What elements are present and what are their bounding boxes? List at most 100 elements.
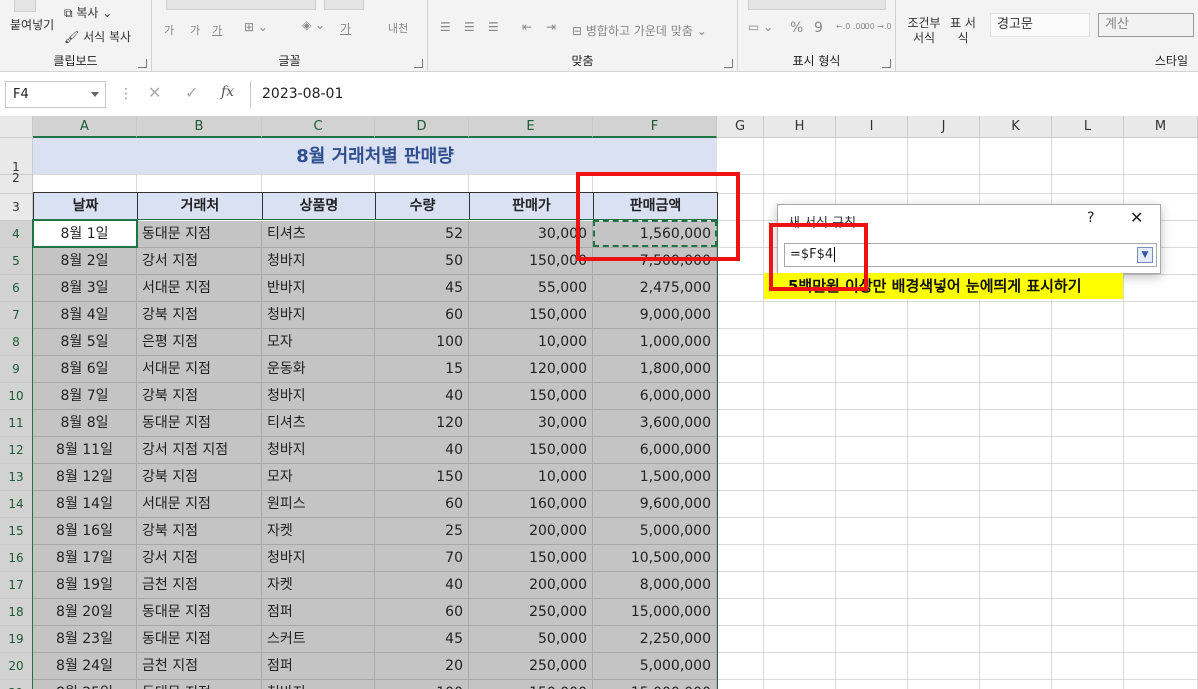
cell[interactable]	[980, 383, 1052, 410]
cell[interactable]	[717, 221, 764, 248]
data-cell-c9[interactable]: 운동화	[262, 356, 375, 383]
data-cell-f13[interactable]: 1,500,000	[593, 464, 717, 491]
cell[interactable]	[980, 437, 1052, 464]
style-calc[interactable]: 계산	[1098, 13, 1194, 37]
header-cell-a[interactable]: 날짜	[33, 192, 138, 220]
indent-increase-button[interactable]: ⇥	[546, 20, 556, 34]
data-cell-d12[interactable]: 40	[375, 437, 469, 464]
data-cell-b10[interactable]: 강북 지점	[137, 383, 262, 410]
data-cell-e17[interactable]: 200,000	[469, 572, 593, 599]
data-cell-d5[interactable]: 50	[375, 248, 469, 275]
cell[interactable]	[764, 175, 836, 194]
data-cell-a16[interactable]: 8월 17일	[33, 545, 137, 572]
cell[interactable]	[1052, 175, 1124, 194]
header-cell-c[interactable]: 상품명	[262, 192, 376, 220]
column-header-l[interactable]: L	[1052, 116, 1124, 138]
data-cell-b14[interactable]: 서대문 지점	[137, 491, 262, 518]
data-cell-b5[interactable]: 강서 지점	[137, 248, 262, 275]
merge-center-button[interactable]: ⊟ 병합하고 가운데 맞춤 ⌄	[572, 22, 707, 39]
data-cell-a11[interactable]: 8월 8일	[33, 410, 137, 437]
cell[interactable]	[717, 464, 764, 491]
data-cell-b11[interactable]: 동대문 지점	[137, 410, 262, 437]
row-header-6[interactable]: 6	[0, 275, 33, 302]
data-cell-b12[interactable]: 강서 지점 지점	[137, 437, 262, 464]
cell[interactable]	[717, 410, 764, 437]
cell[interactable]	[980, 464, 1052, 491]
data-cell-c6[interactable]: 반바지	[262, 275, 375, 302]
data-cell-f17[interactable]: 8,000,000	[593, 572, 717, 599]
indent-decrease-button[interactable]: ⇤	[522, 20, 532, 34]
cell[interactable]	[1052, 545, 1124, 572]
cell[interactable]	[836, 437, 908, 464]
cell[interactable]	[717, 329, 764, 356]
row-header-11[interactable]: 11	[0, 410, 33, 437]
column-header-d[interactable]: D	[375, 116, 469, 138]
row-header-21[interactable]: 21	[0, 680, 33, 689]
fill-color-button[interactable]: ◈ ⌄	[302, 18, 325, 32]
cell[interactable]	[980, 518, 1052, 545]
data-cell-b6[interactable]: 서대문 지점	[137, 275, 262, 302]
data-cell-e8[interactable]: 10,000	[469, 329, 593, 356]
cell[interactable]	[836, 356, 908, 383]
column-header-g[interactable]: G	[717, 116, 764, 138]
row-header-1[interactable]: 1	[0, 138, 33, 175]
header-cell-f[interactable]: 판매금액	[593, 192, 718, 220]
cell[interactable]	[717, 545, 764, 572]
cell[interactable]	[717, 194, 764, 221]
font-name-box[interactable]	[166, 0, 316, 10]
row-header-15[interactable]: 15	[0, 518, 33, 545]
data-cell-c16[interactable]: 청바지	[262, 545, 375, 572]
cell[interactable]	[1124, 138, 1198, 175]
data-cell-b8[interactable]: 은평 지점	[137, 329, 262, 356]
cell[interactable]	[908, 410, 980, 437]
cell[interactable]	[908, 437, 980, 464]
cell[interactable]	[764, 410, 836, 437]
data-cell-d14[interactable]: 60	[375, 491, 469, 518]
cell[interactable]	[1124, 175, 1198, 194]
cell[interactable]	[717, 248, 764, 275]
data-cell-f11[interactable]: 3,600,000	[593, 410, 717, 437]
cell[interactable]	[908, 138, 980, 175]
cell[interactable]	[908, 491, 980, 518]
help-icon[interactable]: ?	[1087, 210, 1094, 226]
cell[interactable]	[1052, 437, 1124, 464]
data-cell-d15[interactable]: 25	[375, 518, 469, 545]
cell[interactable]	[764, 572, 836, 599]
cell[interactable]	[1124, 680, 1198, 689]
data-cell-c4[interactable]: 티셔츠	[262, 221, 375, 248]
cell[interactable]	[1052, 383, 1124, 410]
data-cell-d4[interactable]: 52	[375, 221, 469, 248]
column-header-j[interactable]: J	[908, 116, 980, 138]
cell[interactable]	[764, 302, 836, 329]
data-cell-e12[interactable]: 150,000	[469, 437, 593, 464]
data-cell-d6[interactable]: 45	[375, 275, 469, 302]
data-cell-e10[interactable]: 150,000	[469, 383, 593, 410]
cell[interactable]	[1124, 383, 1198, 410]
data-cell-e18[interactable]: 250,000	[469, 599, 593, 626]
cell[interactable]	[980, 175, 1052, 194]
cell[interactable]	[1052, 356, 1124, 383]
data-cell-b9[interactable]: 서대문 지점	[137, 356, 262, 383]
data-cell-e13[interactable]: 10,000	[469, 464, 593, 491]
data-cell-c14[interactable]: 원피스	[262, 491, 375, 518]
data-cell-d7[interactable]: 60	[375, 302, 469, 329]
data-cell-d13[interactable]: 150	[375, 464, 469, 491]
data-cell-a8[interactable]: 8월 5일	[33, 329, 137, 356]
row-header-16[interactable]: 16	[0, 545, 33, 572]
select-all-corner[interactable]	[0, 116, 33, 138]
cell[interactable]	[764, 138, 836, 175]
data-cell-b17[interactable]: 금천 지점	[137, 572, 262, 599]
cell[interactable]	[1052, 572, 1124, 599]
format-as-table-button[interactable]: 표 서식	[948, 16, 978, 46]
data-cell-f9[interactable]: 1,800,000	[593, 356, 717, 383]
cell[interactable]	[908, 626, 980, 653]
alignment-launcher-icon[interactable]	[724, 59, 733, 68]
data-cell-b21[interactable]: 동대문 지점	[137, 680, 262, 689]
data-cell-a21[interactable]: 8월 25일	[33, 680, 137, 689]
cell[interactable]	[717, 680, 764, 689]
cell[interactable]	[836, 491, 908, 518]
row-header-8[interactable]: 8	[0, 329, 33, 356]
cell[interactable]	[1124, 329, 1198, 356]
data-cell-a6[interactable]: 8월 3일	[33, 275, 137, 302]
cell[interactable]	[717, 626, 764, 653]
